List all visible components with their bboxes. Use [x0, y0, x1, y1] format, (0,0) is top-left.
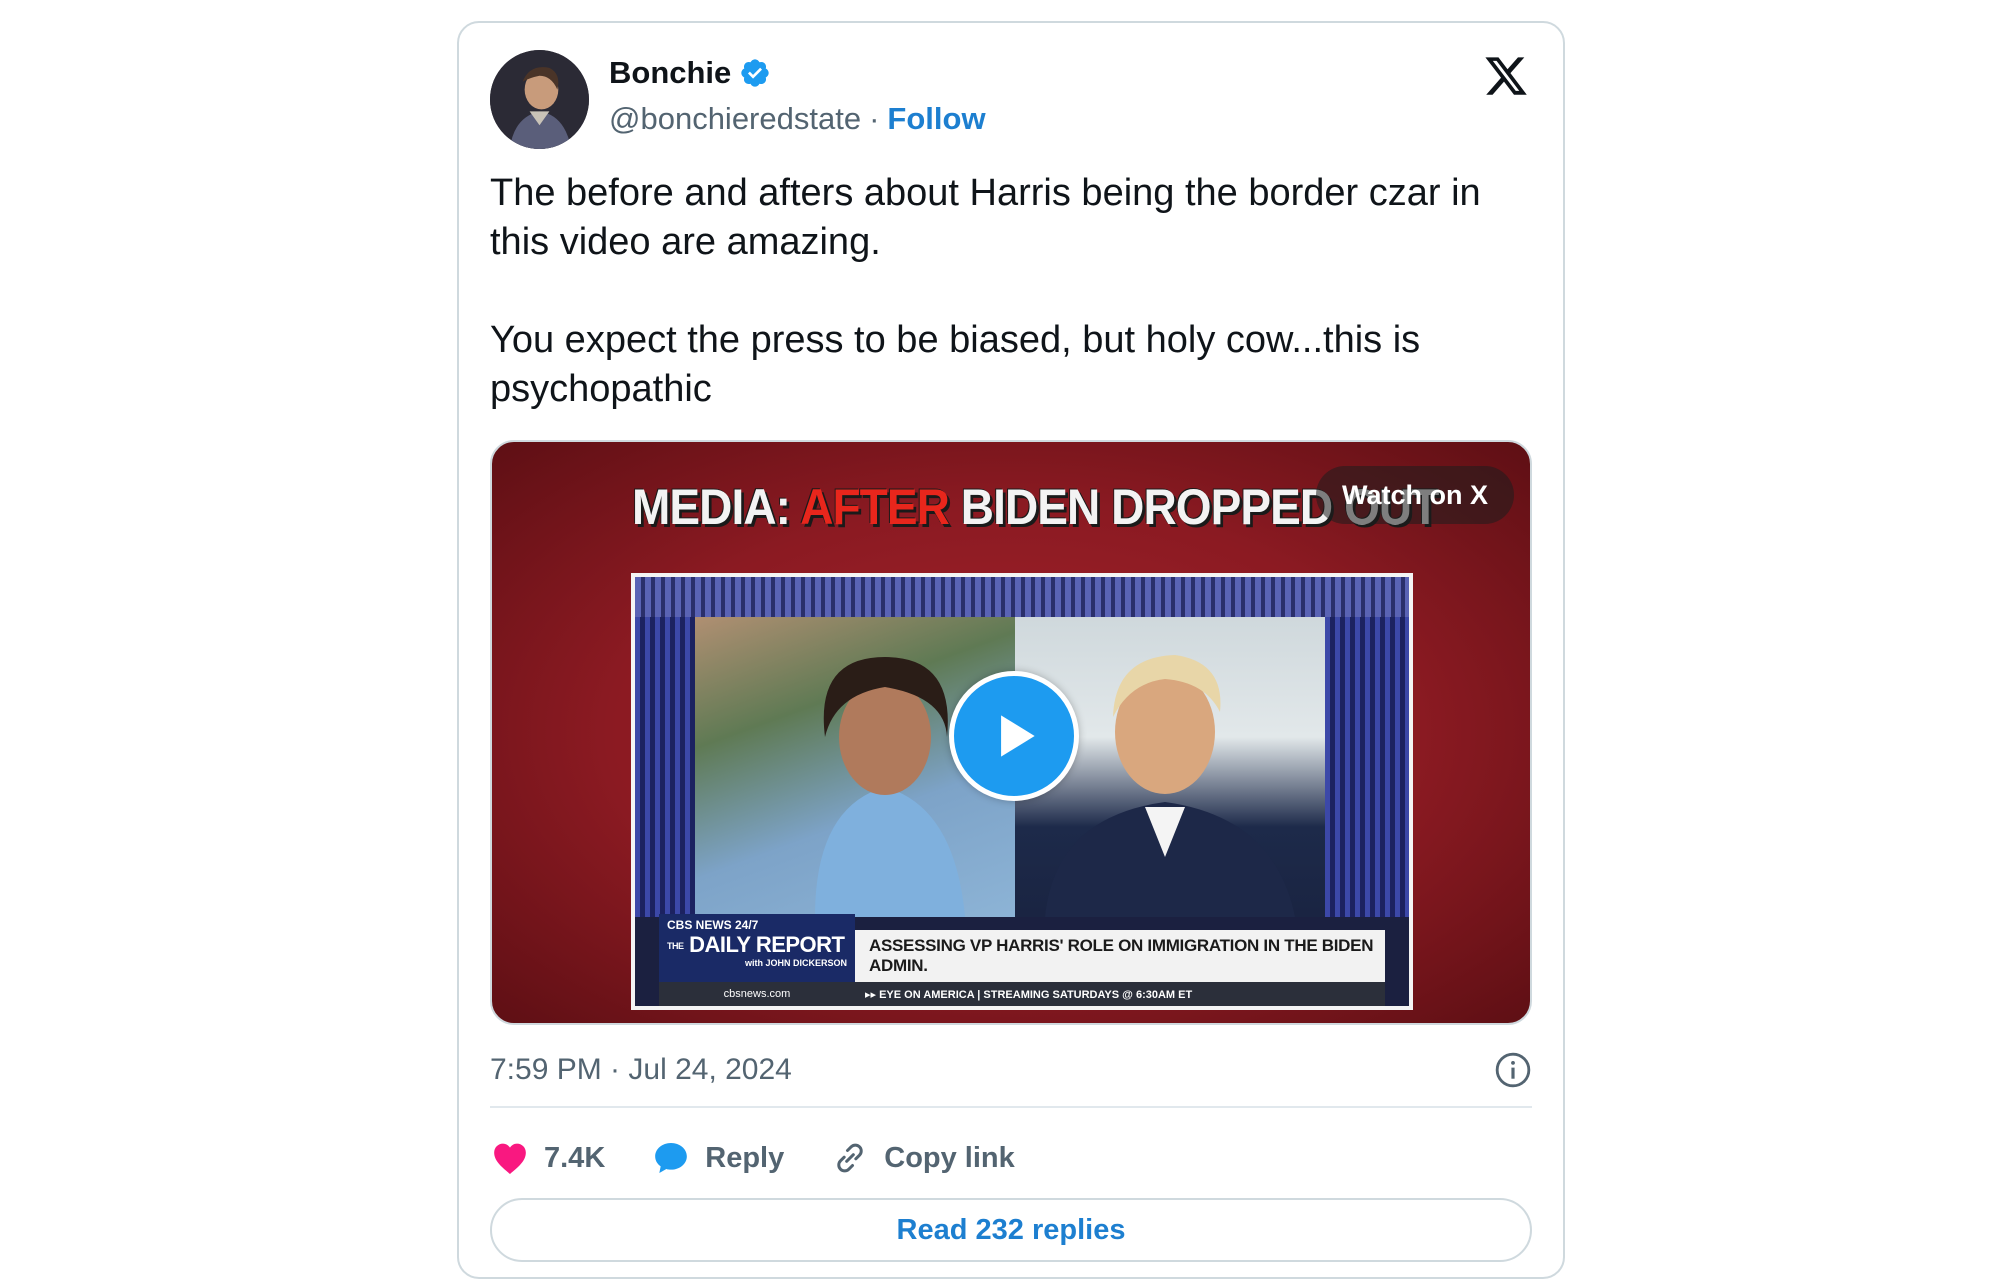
follow-button[interactable]: Follow — [887, 101, 985, 137]
author-name-row: Bonchie — [609, 53, 771, 93]
watch-on-x-button[interactable]: Watch on X — [1316, 466, 1514, 524]
author-handle-row: @bonchieredstate · Follow — [609, 99, 986, 139]
lower-third-headline: ASSESSING VP HARRIS' ROLE ON IMMIGRATION… — [855, 930, 1385, 982]
author-handle[interactable]: @bonchieredstate — [609, 101, 861, 137]
copy-link-label: Copy link — [884, 1141, 1015, 1174]
headline-part-2: AFTER — [800, 479, 950, 535]
like-count: 7.4K — [544, 1141, 606, 1174]
show-prefix: THE — [667, 941, 684, 952]
studio-stripes-left — [635, 617, 695, 917]
show-title: DAILY REPORT — [689, 932, 845, 957]
verified-badge-icon — [739, 57, 771, 89]
ticker-site: cbsnews.com — [723, 988, 791, 1000]
read-replies-button[interactable]: Read 232 replies — [490, 1198, 1532, 1262]
ticker-message: ▸▸ EYE ON AMERICA | STREAMING SATURDAYS … — [865, 988, 1193, 1001]
show-host: with JOHN DICKERSON — [744, 958, 847, 968]
tweet-paragraph-2: You expect the press to be biased, but h… — [490, 319, 1421, 410]
reply-bubble-icon — [655, 1143, 688, 1173]
news-ticker: cbsnews.com ▸▸ EYE ON AMERICA | STREAMIN… — [659, 982, 1385, 1006]
tweet-text: The before and afters about Harris being… — [490, 169, 1540, 414]
action-bar: 7.4K Reply Copy link — [490, 1128, 1015, 1188]
news-lower-third: CBS NEWS 24/7 THE DAILY REPORT with JOHN… — [659, 914, 1385, 982]
video-player[interactable]: MEDIA: AFTER BIDEN DROPPED OUT Watch on … — [490, 440, 1532, 1025]
like-button[interactable]: 7.4K — [490, 1138, 605, 1178]
network-tag: CBS NEWS 24/7 — [667, 918, 759, 932]
tweet-card: Bonchie @bonchieredstate · Follow The be… — [457, 21, 1565, 1279]
tweet-paragraph-1: The before and afters about Harris being… — [490, 172, 1481, 263]
reply-button[interactable]: Reply — [651, 1138, 784, 1178]
x-logo-icon[interactable] — [1483, 53, 1529, 99]
play-button[interactable] — [949, 671, 1079, 801]
show-box: CBS NEWS 24/7 THE DAILY REPORT with JOHN… — [659, 914, 855, 982]
tweet-timestamp[interactable]: 7:59 PM · Jul 24, 2024 — [490, 1053, 792, 1087]
studio-backdrop — [635, 577, 1409, 617]
info-icon[interactable] — [1494, 1051, 1532, 1089]
link-icon — [837, 1143, 863, 1173]
heart-icon — [494, 1143, 526, 1174]
avatar[interactable] — [490, 50, 589, 149]
divider — [490, 1106, 1532, 1108]
copy-link-button[interactable]: Copy link — [830, 1138, 1015, 1178]
play-icon — [1001, 715, 1035, 757]
studio-stripes-right — [1325, 617, 1409, 917]
show-name: THE DAILY REPORT — [667, 932, 847, 958]
headline-part-1: MEDIA: — [632, 479, 791, 535]
reply-label: Reply — [705, 1141, 785, 1174]
author-name[interactable]: Bonchie — [609, 55, 731, 91]
separator-dot: · — [869, 101, 880, 136]
timestamp-row: 7:59 PM · Jul 24, 2024 — [490, 1048, 1532, 1092]
